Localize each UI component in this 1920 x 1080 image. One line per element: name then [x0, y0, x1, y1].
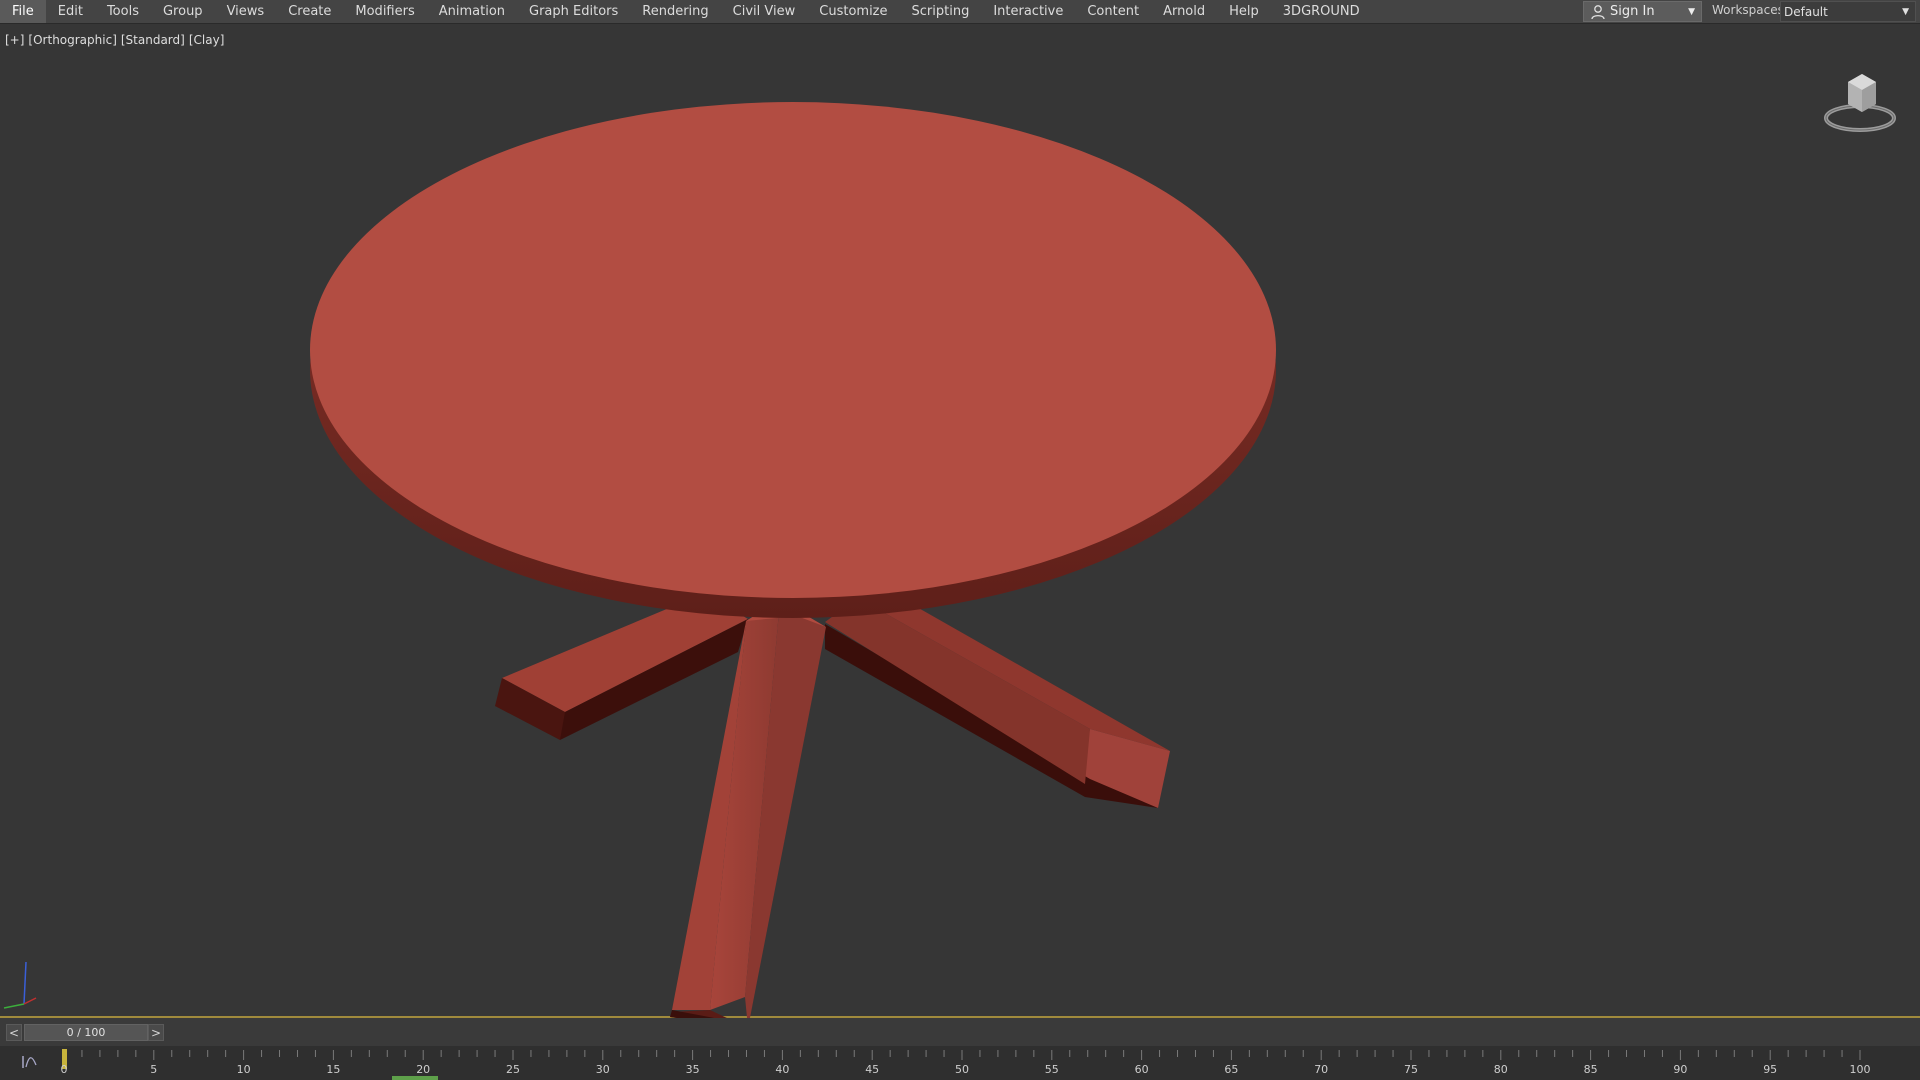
- menu-item-arnold[interactable]: Arnold: [1151, 0, 1217, 23]
- track-tick-label: 20: [416, 1063, 431, 1076]
- dropdown-arrow-icon: ▼: [1688, 6, 1695, 17]
- track-tick-label: 100: [1849, 1063, 1871, 1076]
- time-slider-thumb[interactable]: 0 / 100: [24, 1024, 148, 1041]
- track-tick-label: 55: [1044, 1063, 1059, 1076]
- track-tick-label: 0: [60, 1063, 68, 1076]
- track-tick-label: 60: [1134, 1063, 1149, 1076]
- previous-frame-button[interactable]: <: [6, 1024, 22, 1041]
- track-tick-label: 65: [1224, 1063, 1239, 1076]
- menu-item-3dground[interactable]: 3DGROUND: [1271, 0, 1372, 23]
- track-tick-label: 10: [236, 1063, 251, 1076]
- workspaces-value: Default: [1784, 4, 1828, 19]
- menu-item-civil-view[interactable]: Civil View: [721, 0, 808, 23]
- table-top[interactable]: [310, 102, 1276, 618]
- curve-editor-button[interactable]: [16, 1050, 42, 1074]
- menu-item-modifiers[interactable]: Modifiers: [343, 0, 426, 23]
- menu-items: File Edit Tools Group Views Create Modifiers An…: [0, 0, 1372, 23]
- track-tick-label: 80: [1493, 1063, 1508, 1076]
- perspective-viewport[interactable]: [+] [Orthographic] [Standard] [Clay]: [0, 24, 1920, 1018]
- track-tick-label: 45: [865, 1063, 880, 1076]
- menu-item-customize[interactable]: Customize: [807, 0, 899, 23]
- menu-item-group[interactable]: Group: [151, 0, 215, 23]
- track-tick-label: 35: [685, 1063, 700, 1076]
- menu-item-tools[interactable]: Tools: [95, 0, 151, 23]
- menu-item-views[interactable]: Views: [215, 0, 277, 23]
- menu-item-rendering[interactable]: Rendering: [630, 0, 720, 23]
- sign-in-button[interactable]: Sign In ▼: [1583, 1, 1702, 22]
- user-icon: [1591, 4, 1605, 19]
- menu-item-animation[interactable]: Animation: [427, 0, 517, 23]
- track-tick-label: 85: [1583, 1063, 1598, 1076]
- menu-item-help[interactable]: Help: [1217, 0, 1271, 23]
- track-tick-label: 40: [775, 1063, 790, 1076]
- sign-in-label: Sign In: [1610, 4, 1655, 19]
- menu-item-edit[interactable]: Edit: [46, 0, 95, 23]
- axis-tripod-icon: [3, 961, 37, 1009]
- table-base[interactable]: [495, 572, 1170, 1018]
- table-leg-right[interactable]: [825, 598, 1170, 808]
- dropdown-arrow-icon: ▼: [1902, 6, 1909, 17]
- track-bar[interactable]: 0 5 10 15 20 25 30 35 40 45 50 55 60 65 70 75 80 85 90 95 10…: [0, 1046, 1920, 1080]
- menu-bar: File Edit Tools Group Views Create Modifiers An…: [0, 0, 1920, 24]
- key-range-indicator: [392, 1076, 438, 1080]
- track-tick-label: 75: [1404, 1063, 1418, 1076]
- table-leg-left[interactable]: [495, 593, 748, 740]
- track-tick-label: 95: [1763, 1063, 1778, 1076]
- track-tick-label: 15: [326, 1063, 341, 1076]
- menu-item-content[interactable]: Content: [1075, 0, 1151, 23]
- time-slider[interactable]: < 0 / 100 >: [0, 1018, 1920, 1046]
- track-tick-label: 5: [150, 1063, 158, 1076]
- workspaces-label: Workspaces:: [1712, 3, 1788, 17]
- scene-3d[interactable]: [0, 24, 1920, 1018]
- track-tick-label: 25: [506, 1063, 520, 1076]
- track-tick-label: 70: [1314, 1063, 1329, 1076]
- menu-item-file[interactable]: File: [0, 0, 46, 23]
- next-frame-button[interactable]: >: [148, 1024, 164, 1041]
- menu-item-interactive[interactable]: Interactive: [981, 0, 1075, 23]
- track-tick-label: 90: [1673, 1063, 1688, 1076]
- workspaces-dropdown[interactable]: Default ▼: [1780, 1, 1916, 22]
- menu-item-graph-editors[interactable]: Graph Editors: [517, 0, 630, 23]
- track-tick-label: 50: [955, 1063, 969, 1076]
- menu-item-create[interactable]: Create: [276, 0, 343, 23]
- curve-icon: [22, 1056, 37, 1068]
- menu-item-scripting[interactable]: Scripting: [900, 0, 982, 23]
- viewcube-icon[interactable]: [1818, 60, 1902, 140]
- track-tick-label: 30: [595, 1063, 610, 1076]
